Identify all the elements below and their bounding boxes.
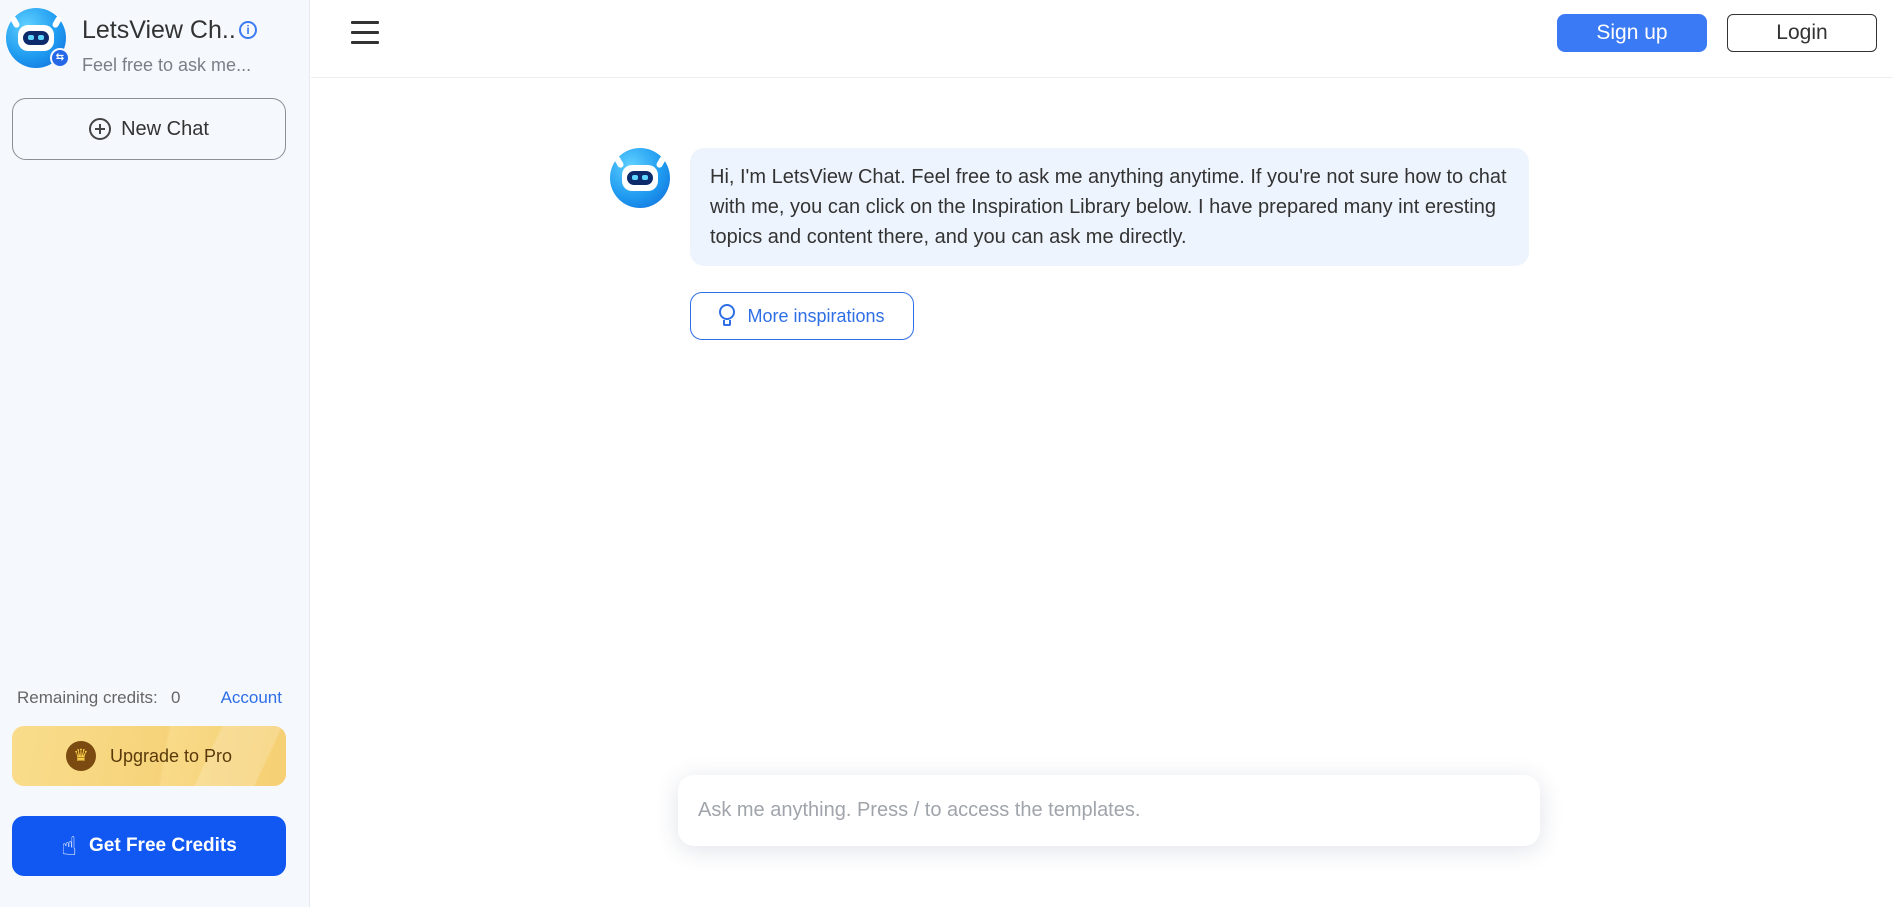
inspirations-label: More inspirations: [747, 305, 885, 326]
robot-ear-right: [51, 15, 63, 29]
robot-eye-left: [632, 175, 638, 180]
new-chat-button[interactable]: New Chat: [12, 98, 286, 160]
new-chat-label: New Chat: [121, 117, 209, 140]
app-subtitle: Feel free to ask me...: [82, 55, 252, 75]
more-inspirations-button[interactable]: More inspirations: [690, 292, 914, 340]
bot-avatar: [610, 148, 670, 208]
hand-pointer-icon: ☝: [61, 831, 77, 861]
credits-value: 0: [171, 688, 181, 707]
robot-face: [18, 25, 54, 51]
info-icon[interactable]: i: [239, 21, 257, 39]
top-header: Sign up Login: [311, 0, 1893, 78]
account-link[interactable]: Account: [221, 688, 282, 708]
upgrade-to-pro-button[interactable]: ♛ Upgrade to Pro: [12, 726, 286, 786]
robot-ear-left: [613, 155, 625, 169]
lightbulb-icon: [719, 304, 737, 328]
app-title: LetsView Ch...: [82, 16, 237, 44]
robot-ear-left: [9, 15, 21, 29]
login-button[interactable]: Login: [1727, 14, 1877, 52]
app-root: ⇆ LetsView Ch... i Feel free to ask me..…: [0, 0, 1893, 907]
free-credits-label: Get Free Credits: [89, 835, 237, 856]
credits-label: Remaining credits:: [17, 688, 158, 707]
get-free-credits-button[interactable]: ☝ Get Free Credits: [12, 816, 286, 876]
credits-row: Remaining credits: 0 Account: [17, 688, 282, 712]
chat-input[interactable]: [678, 775, 1540, 846]
upgrade-label: Upgrade to Pro: [109, 745, 233, 766]
swap-badge-icon[interactable]: ⇆: [50, 48, 70, 68]
robot-ear-right: [655, 155, 667, 169]
sign-up-button[interactable]: Sign up: [1557, 14, 1707, 52]
sidebar: ⇆ LetsView Ch... i Feel free to ask me..…: [0, 0, 310, 907]
brand-header: ⇆ LetsView Ch... i Feel free to ask me..…: [6, 8, 302, 75]
plus-circle-icon: [89, 118, 112, 140]
robot-visor: [23, 31, 49, 45]
robot-visor: [627, 171, 653, 185]
robot-face: [622, 165, 658, 191]
bot-message-bubble: Hi, I'm LetsView Chat. Feel free to ask …: [690, 148, 1529, 266]
robot-eye-right: [642, 175, 648, 180]
robot-eye-right: [38, 35, 44, 40]
robot-eye-left: [28, 35, 34, 40]
crown-icon: ♛: [65, 741, 96, 771]
chat-input-box: [678, 775, 1540, 846]
hamburger-menu-icon[interactable]: [351, 21, 379, 45]
